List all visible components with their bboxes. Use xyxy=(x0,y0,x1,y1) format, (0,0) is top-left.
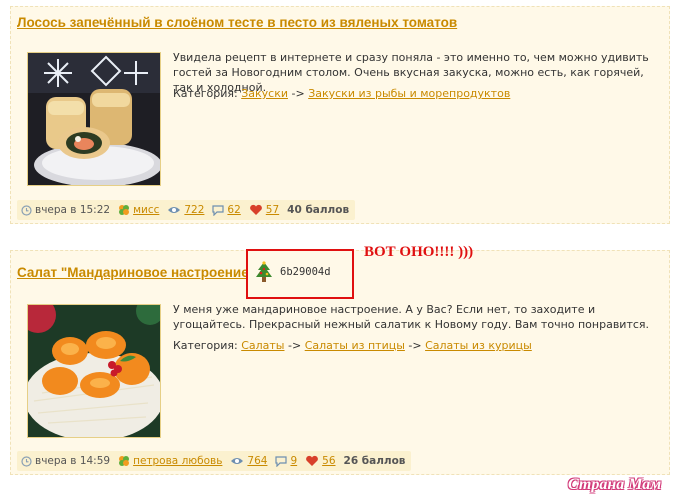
recipe-description: У меня уже мандариновое настроение. А у … xyxy=(173,303,650,331)
comment-icon xyxy=(212,204,225,216)
comment-icon xyxy=(275,455,288,467)
eye-icon xyxy=(231,458,244,464)
site-watermark: Страна Мам xyxy=(568,476,662,493)
category-link[interactable]: Салаты xyxy=(241,339,284,352)
recipe-photo[interactable] xyxy=(27,52,161,186)
category-link[interactable]: Салаты из птицы xyxy=(305,339,405,352)
user-flower-icon xyxy=(119,205,130,215)
category-link[interactable]: Салаты из курицы xyxy=(425,339,532,352)
heart-icon xyxy=(249,204,262,215)
recipe-photo[interactable] xyxy=(27,304,161,438)
views-count[interactable]: 722 xyxy=(184,204,204,216)
post-time: вчера в 15:22 xyxy=(35,204,111,216)
recipe-meta-bar: вчера в 15:22 мисс 722 62 57 40 баллов xyxy=(17,200,356,220)
recipe-title-link[interactable]: Салат "Мандариновое настроение" xyxy=(17,265,255,280)
views-count[interactable]: 764 xyxy=(247,455,267,467)
tangerine-salad-photo xyxy=(28,305,160,437)
eye-icon xyxy=(168,207,181,213)
clock-icon xyxy=(21,204,32,216)
recipe-card: Лосось запечённый в слоёном тесте в пест… xyxy=(10,6,670,224)
annotation-text: ВОТ ОНО!!!! ))) xyxy=(364,244,474,260)
heart-icon xyxy=(306,455,319,466)
highlight-box: 6b29004d xyxy=(246,249,354,299)
salmon-pastry-photo xyxy=(28,53,160,185)
clock-icon xyxy=(21,455,32,467)
score-value: 40 баллов xyxy=(287,204,350,216)
post-time: вчера в 14:59 xyxy=(35,455,111,467)
recipe-categories: Категория: Салаты -> Салаты из птицы -> … xyxy=(173,339,532,352)
author-link[interactable]: мисс xyxy=(133,204,159,216)
category-link[interactable]: Закуски xyxy=(241,87,288,100)
comments-count[interactable]: 62 xyxy=(227,204,240,216)
user-flower-icon xyxy=(119,456,130,466)
comments-count[interactable]: 9 xyxy=(290,455,297,467)
recipe-categories: Категория: Закуски -> Закуски из рыбы и … xyxy=(173,87,511,100)
code-text: 6b29004d xyxy=(280,266,331,278)
likes-count[interactable]: 57 xyxy=(266,204,279,216)
score-value: 26 баллов xyxy=(343,455,406,467)
likes-count[interactable]: 56 xyxy=(322,455,335,467)
category-link[interactable]: Закуски из рыбы и морепродуктов xyxy=(308,87,510,100)
recipe-meta-bar: вчера в 14:59 петрова любовь 764 9 56 26… xyxy=(17,451,412,471)
christmas-tree-icon xyxy=(256,261,272,282)
recipe-title-link[interactable]: Лосось запечённый в слоёном тесте в пест… xyxy=(17,15,457,30)
author-link[interactable]: петрова любовь xyxy=(133,455,222,467)
